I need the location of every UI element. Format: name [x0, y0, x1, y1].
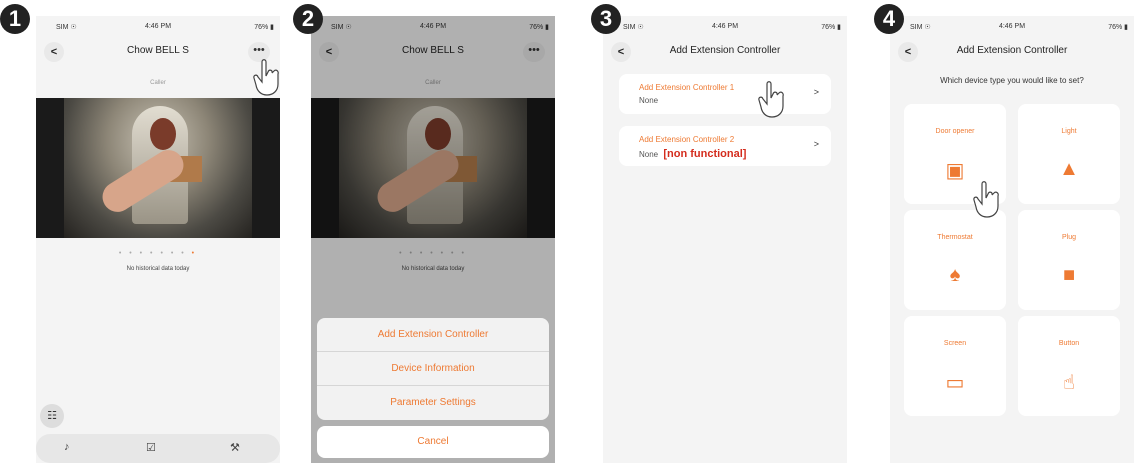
thermometer-icon: ♠ [949, 264, 961, 286]
unlock-icon[interactable]: ⚒ [230, 441, 240, 454]
video-feed[interactable] [36, 98, 280, 238]
microphone-icon[interactable]: ☑ [146, 441, 156, 454]
step-2-panel: 2 SIM ☉ 4:46 PM 76% ▮ < Chow BELL S ••• … [293, 0, 555, 467]
page-dots: • • • • • • • [118, 250, 187, 257]
monitor-icon: ▭ [945, 372, 965, 394]
device-type-question: Which device type you would like to set? [940, 76, 1084, 85]
device-label: Light [1061, 128, 1077, 135]
calendar-icon[interactable]: ☷ [40, 404, 64, 428]
device-plug[interactable]: Plug ■ [1018, 210, 1120, 310]
extension-controller-1-card[interactable]: Add Extension Controller 1 None > [619, 74, 831, 114]
phone-screen-3: SIM ☉ 4:46 PM 76% ▮ < Add Extension Cont… [603, 16, 847, 463]
device-label: Button [1058, 340, 1080, 347]
step-number-3: 3 [591, 4, 621, 34]
phone-screen-2: SIM ☉ 4:46 PM 76% ▮ < Chow BELL S ••• Ca… [311, 16, 555, 463]
visitor-figure [150, 118, 176, 150]
device-thermostat[interactable]: Thermostat ♠ [904, 210, 1006, 310]
device-light[interactable]: Light ▲ [1018, 104, 1120, 204]
time-label: 4:46 PM [144, 23, 172, 30]
status-bar: SIM ☉ 4:46 PM 76% ▮ [890, 16, 1134, 38]
step-number-4: 4 [874, 4, 904, 34]
extension-controller-2-value-row: None [non functional] [639, 148, 746, 160]
nav-bar: < Add Extension Controller [603, 40, 847, 64]
light-bulb-icon: ▲ [1059, 158, 1079, 180]
extension-controller-2-card[interactable]: Add Extension Controller 2 None [non fun… [619, 126, 831, 166]
tap-hand-icon [973, 181, 999, 218]
press-button-icon: ☝ [1062, 372, 1076, 394]
page-title: Add Extension Controller [669, 45, 781, 56]
time-label: 4:46 PM [711, 23, 739, 30]
phone-screen-4: SIM ☉ 4:46 PM 76% ▮ < Add Extension Cont… [890, 16, 1134, 463]
battery-label: 76% ▮ [1108, 24, 1128, 31]
speaker-icon[interactable]: ♪ [64, 441, 70, 453]
caller-subtitle: Caller [150, 80, 166, 86]
time-label: 4:46 PM [998, 23, 1026, 30]
device-label: Plug [1061, 234, 1076, 241]
step-4-panel: 4 SIM ☉ 4:46 PM 76% ▮ < Add Extension Co… [874, 0, 1134, 467]
video-scene [64, 98, 252, 238]
tap-hand-icon [758, 81, 784, 118]
status-bar: SIM ☉ 4:46 PM 76% ▮ [603, 16, 847, 38]
tap-hand-icon [253, 59, 279, 96]
extension-controller-1-title: Add Extension Controller 1 [639, 83, 735, 92]
page-dot-active: • [191, 250, 198, 257]
device-label: Screen [943, 340, 967, 347]
step-number-2: 2 [293, 4, 323, 34]
add-extension-controller-option[interactable]: Add Extension Controller [317, 318, 549, 352]
parameter-settings-option[interactable]: Parameter Settings [317, 386, 549, 420]
extension-controller-2-title: Add Extension Controller 2 [639, 135, 735, 144]
device-label: Door opener [935, 128, 975, 135]
device-information-option[interactable]: Device Information [317, 352, 549, 386]
battery-label: 76% ▮ [821, 24, 841, 31]
step-number-1: 1 [0, 4, 30, 34]
device-button[interactable]: Button ☝ [1018, 316, 1120, 416]
extension-controller-1-value: None [639, 96, 659, 105]
cancel-button[interactable]: Cancel [317, 426, 549, 458]
plug-icon: ■ [1062, 264, 1076, 286]
page-title: Chow BELL S [127, 45, 189, 56]
page-title: Add Extension Controller [956, 45, 1068, 56]
phone-screen-1: SIM ☉ 4:46 PM 76% ▮ < Chow BELL S ••• Ca… [36, 16, 280, 463]
nav-bar: < Chow BELL S ••• [36, 40, 280, 64]
extension-controller-2-value: None [639, 150, 659, 159]
device-label: Thermostat [937, 234, 973, 241]
no-history-message: No historical data today [126, 266, 190, 272]
chevron-right-icon: > [813, 87, 819, 97]
step-1-panel: 1 SIM ☉ 4:46 PM 76% ▮ < Chow BELL S ••• … [0, 0, 280, 467]
chevron-right-icon: > [813, 139, 819, 149]
step-3-panel: 3 SIM ☉ 4:46 PM 76% ▮ < Add Extension Co… [591, 0, 847, 467]
non-functional-note: [non functional] [663, 148, 747, 160]
battery-label: 76% ▮ [254, 24, 274, 31]
bottom-control-bar: ♪ ☑ ⚒ [36, 434, 280, 463]
nav-bar: < Add Extension Controller [890, 40, 1134, 64]
action-sheet: Add Extension Controller Device Informat… [317, 318, 549, 420]
page-indicator: • • • • • • • • [36, 250, 280, 257]
device-screen[interactable]: Screen ▭ [904, 316, 1006, 416]
status-bar: SIM ☉ 4:46 PM 76% ▮ [36, 16, 280, 38]
